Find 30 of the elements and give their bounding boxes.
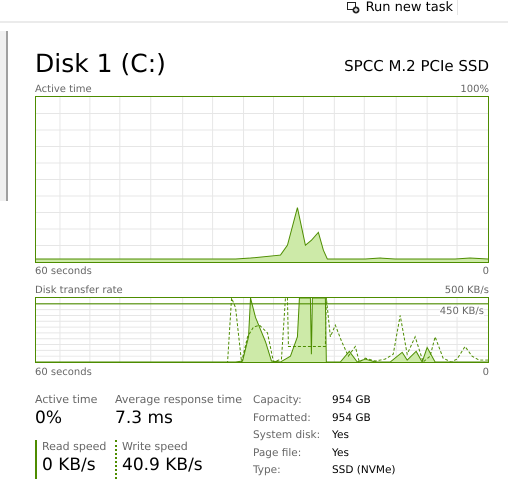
- chart-label: Active time: [35, 83, 92, 96]
- axis-time-label: 60 seconds: [35, 265, 92, 278]
- axis-min-label: 0: [482, 265, 489, 278]
- property-label: Page file:: [253, 446, 302, 460]
- property-value: 954 GB: [332, 393, 372, 408]
- property-label: Formatted:: [253, 410, 312, 426]
- stat-value: 0%: [35, 407, 63, 430]
- scale-label: 450 KB/s: [440, 306, 484, 317]
- stat-label: Read speed: [42, 440, 108, 453]
- stat-value: 40.9 KB/s: [122, 454, 204, 477]
- property-label: Type:: [253, 463, 282, 478]
- axis-max-label: 500 KB/s: [444, 284, 489, 297]
- property-label: Capacity:: [253, 393, 303, 408]
- disk-title: Disk 1 (C:): [35, 49, 166, 79]
- axis-max-label: 100%: [460, 83, 489, 96]
- axis-min-label: 0: [482, 366, 489, 379]
- stat-label: Average response time: [115, 393, 243, 406]
- property-value: 954 GB: [332, 410, 372, 426]
- axis-time-label: 60 seconds: [35, 366, 92, 379]
- stat-value: 0 KB/s: [42, 454, 97, 477]
- run-task-button[interactable]: Run new task: [342, 0, 458, 15]
- property-label: System disk:: [253, 428, 322, 443]
- stat-label: Write speed: [122, 440, 189, 453]
- chart-label: Disk transfer rate: [35, 284, 123, 297]
- property-value: Yes: [332, 446, 350, 460]
- stat-value: 7.3 ms: [115, 407, 174, 430]
- property-value: Yes: [332, 428, 350, 443]
- disk-model: SPCC M.2 PCIe SSD: [344, 57, 489, 75]
- property-value: SSD (NVMe): [332, 463, 396, 478]
- stat-label: Active time: [35, 393, 98, 406]
